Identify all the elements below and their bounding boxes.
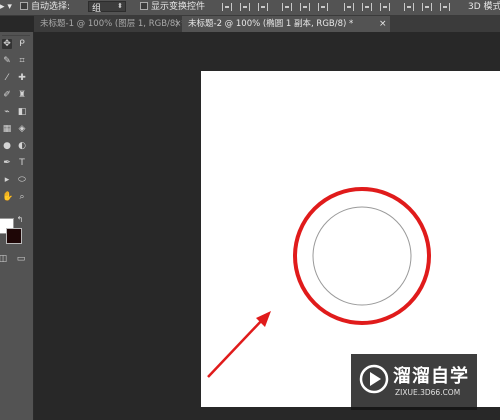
annotation-circle <box>293 187 431 325</box>
watermark-name: 溜溜自学 <box>393 366 469 387</box>
watermark-url: ZIXUE.3D66.COM <box>395 388 461 397</box>
watermark: 溜溜自学 ZIXUE.3D66.COM <box>351 354 477 410</box>
annotation-arrow-line <box>207 317 265 378</box>
watermark-logo-icon <box>359 364 389 394</box>
ellipse-shape[interactable] <box>312 206 412 306</box>
